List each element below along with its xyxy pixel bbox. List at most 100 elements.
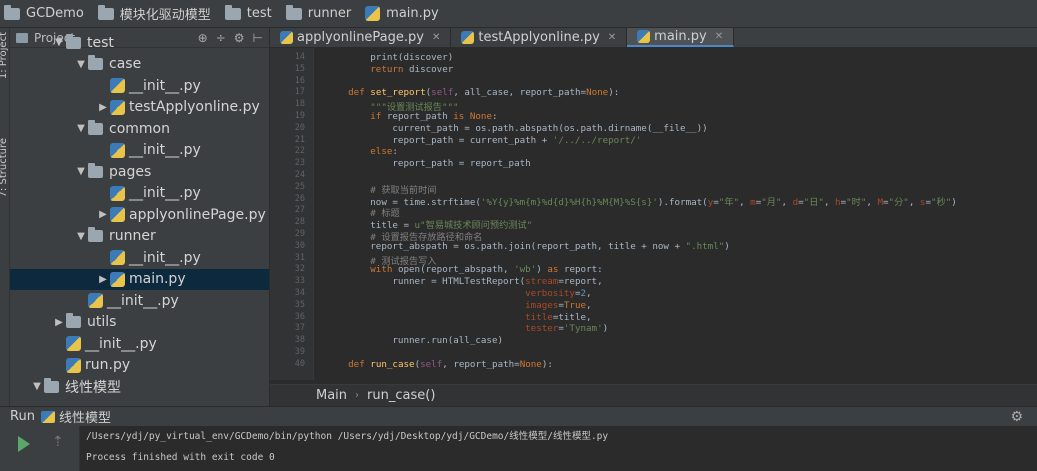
tree-item-init-py[interactable]: __init__.py xyxy=(10,140,269,161)
chevron-down-icon[interactable]: ▼ xyxy=(74,166,88,177)
python-file-icon xyxy=(110,250,125,265)
console-command-line: /Users/ydj/py_virtual_env/GCDemo/bin/pyt… xyxy=(86,431,609,442)
close-icon[interactable]: ✕ xyxy=(432,32,440,43)
chevron-right-icon[interactable]: ▶ xyxy=(96,209,110,220)
run-label[interactable]: Run xyxy=(10,409,35,424)
code-line[interactable]: if report_path is None: xyxy=(326,111,497,122)
code-line[interactable]: def run_case(self, report_path=None): xyxy=(326,359,553,370)
breadcrumb-label: GCDemo xyxy=(26,6,84,21)
tree-item-label: test xyxy=(87,34,114,51)
breadcrumb-label: test xyxy=(246,6,272,21)
tree-item-case[interactable]: ▼ case xyxy=(10,54,269,75)
tree-item-main-py[interactable]: ▶ main.py xyxy=(10,268,269,290)
breadcrumb-label: main.py xyxy=(386,6,439,21)
line-number: 25 xyxy=(294,181,305,192)
tree-item-applyonlinepage-py[interactable]: ▶ applyonlinePage.py xyxy=(10,204,269,225)
chevron-right-icon[interactable]: ▶ xyxy=(52,317,66,328)
tree-item-label: __init__.py xyxy=(129,185,201,201)
run-console: ⇡ /Users/ydj/py_virtual_env/GCDemo/bin/p… xyxy=(0,426,1037,471)
code-line[interactable]: def set_report(self, all_case, report_pa… xyxy=(326,87,619,98)
folder-icon xyxy=(66,313,81,328)
line-number: 20 xyxy=(294,122,305,133)
chevron-right-icon: › xyxy=(355,390,360,401)
python-file-icon xyxy=(110,185,125,201)
code-line[interactable]: runner = HTMLTestReport(stream=report, xyxy=(326,276,602,287)
tab-testapplyonline[interactable]: testApplyonline.py ✕ xyxy=(451,28,628,47)
breadcrumb-item-gcdemo[interactable]: GCDemo xyxy=(4,4,84,21)
chevron-right-icon[interactable]: ▶ xyxy=(96,102,110,113)
tree-item-label: __init__.py xyxy=(129,249,201,266)
chevron-down-icon[interactable]: ▼ xyxy=(74,231,88,242)
code-editor[interactable]: 14 15 16 17 18 19 20 21 22 23 24 25 26 27 28 29 30 31 32 33… xyxy=(270,48,1037,380)
tree-item-label: testApplyonline.py xyxy=(129,99,260,115)
code-line[interactable]: runner.run(all_case) xyxy=(326,335,503,346)
structure-tool-button[interactable]: 7: Structure xyxy=(0,138,9,197)
python-file-icon xyxy=(280,31,293,44)
tab-main[interactable]: main.py ✕ xyxy=(627,28,735,47)
tool-window-strip: 1: Project 7: Structure xyxy=(0,28,10,408)
chevron-down-icon[interactable]: ▼ xyxy=(74,123,88,134)
arrow-up-icon[interactable]: ⇡ xyxy=(52,434,64,450)
tree-item-common[interactable]: ▼ common xyxy=(10,118,269,139)
tab-applyonlinepage[interactable]: applyonlinePage.py ✕ xyxy=(270,28,452,47)
code-line[interactable]: print(discover) xyxy=(326,52,453,63)
tree-item-[interactable]: ▼ 线性模型 xyxy=(10,376,269,397)
run-config-name[interactable]: 线性模型 xyxy=(59,407,111,426)
gear-icon[interactable]: ⚙ xyxy=(1010,409,1023,425)
code-line[interactable]: report_path = current_path + '/../../rep… xyxy=(326,135,641,146)
close-icon[interactable]: ✕ xyxy=(608,32,616,43)
breadcrumb-item-main[interactable]: main.py xyxy=(365,6,439,21)
code-line[interactable]: return discover xyxy=(326,64,453,75)
code-breadcrumb-function[interactable]: run_case() xyxy=(367,388,435,403)
folder-icon xyxy=(88,119,103,135)
code-breadcrumb-main[interactable]: Main xyxy=(316,388,347,403)
code-line[interactable]: verbosity=2, xyxy=(326,288,591,299)
code-line[interactable]: else: xyxy=(326,146,398,157)
python-file-icon xyxy=(637,30,651,43)
rerun-icon[interactable] xyxy=(18,436,30,452)
line-number: 33 xyxy=(294,276,305,287)
tree-item-utils[interactable]: ▶ utils xyxy=(10,312,269,333)
tree-item-label: runner xyxy=(109,228,156,244)
chevron-down-icon[interactable]: ▼ xyxy=(74,59,88,70)
code-line[interactable]: with open(report_abspath, 'wb') as repor… xyxy=(326,264,602,275)
line-number: 22 xyxy=(294,146,305,157)
code-line[interactable]: report_path = report_path xyxy=(326,158,530,169)
line-number: 35 xyxy=(294,299,305,310)
code-line[interactable]: now = time.strftime('%Y{y}%m{m}%d{d}%H{h… xyxy=(326,194,957,208)
project-tool-button[interactable]: 1: Project xyxy=(0,32,9,79)
code-line[interactable]: tester='Tynam') xyxy=(326,323,608,334)
tree-item-label: __init__.py xyxy=(107,292,179,309)
line-number: 39 xyxy=(294,347,305,357)
breadcrumb-item-runner[interactable]: runner xyxy=(285,4,351,21)
line-number: 16 xyxy=(294,75,305,86)
code-line[interactable]: images=True, xyxy=(326,300,591,311)
tree-item-init-py[interactable]: __init__.py xyxy=(10,333,269,354)
tree-item-label: case xyxy=(109,56,142,72)
breadcrumb-item-test[interactable]: test xyxy=(224,4,272,21)
tree-item-testapplyonline-py[interactable]: ▶ testApplyonline.py xyxy=(10,97,269,118)
python-file-icon xyxy=(110,99,125,115)
code-line[interactable]: report_abspath = os.path.join(report_pat… xyxy=(326,241,730,252)
editor-tabs: applyonlinePage.py ✕ testApplyonline.py ✕ … xyxy=(270,28,1037,48)
chevron-right-icon[interactable]: ▶ xyxy=(96,274,110,285)
tree-item-run-py[interactable]: run.py xyxy=(10,355,269,376)
python-file-icon xyxy=(365,6,381,21)
python-file-icon xyxy=(110,271,125,287)
tree-item-label: common xyxy=(109,120,170,137)
tree-item-init-py[interactable]: __init__.py xyxy=(10,183,269,204)
close-icon[interactable]: ✕ xyxy=(715,31,723,42)
tree-item-init-py[interactable]: __init__.py xyxy=(10,290,269,311)
chevron-down-icon[interactable]: ▼ xyxy=(52,37,66,48)
line-number: 21 xyxy=(294,134,305,145)
tree-item-test[interactable]: ▼ test xyxy=(10,32,269,53)
tree-item-init-py[interactable]: __init__.py xyxy=(10,75,269,96)
chevron-down-icon[interactable]: ▼ xyxy=(30,381,44,392)
tree-item-init-py[interactable]: __init__.py xyxy=(10,247,269,268)
tree-item-pages[interactable]: ▼ pages xyxy=(10,161,269,182)
tree-item-runner[interactable]: ▼ runner xyxy=(10,226,269,247)
code-line[interactable]: current_path = os.path.abspath(os.path.d… xyxy=(326,123,707,134)
folder-icon xyxy=(4,4,20,20)
breadcrumb-item-module[interactable]: 模块化驱动模型 xyxy=(97,4,211,23)
code-line[interactable]: title=title, xyxy=(326,312,591,323)
